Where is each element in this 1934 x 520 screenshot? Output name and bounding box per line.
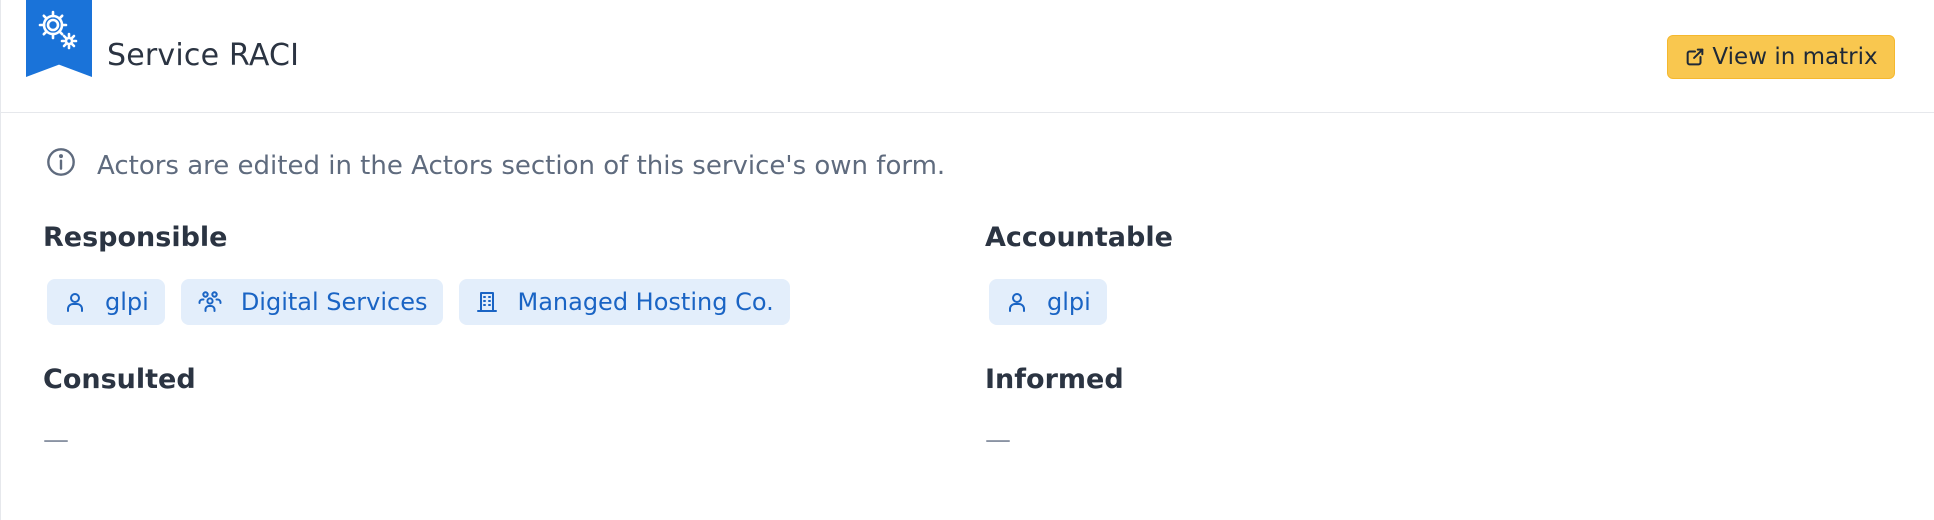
gears-icon <box>36 8 82 54</box>
building-icon <box>475 290 499 314</box>
consulted-empty: — <box>43 425 69 455</box>
view-in-matrix-label: View in matrix <box>1712 44 1878 70</box>
user-icon <box>1005 290 1029 314</box>
responsible-section: Responsible glpi Digital Services Manage… <box>43 222 790 325</box>
accountable-section: Accountable glpi <box>985 222 1173 325</box>
responsible-title: Responsible <box>43 222 228 253</box>
info-note: Actors are edited in the Actors section … <box>45 146 945 185</box>
actor-chip-user[interactable]: glpi <box>47 279 165 325</box>
informed-title: Informed <box>985 364 1124 395</box>
card-header: Service RACI View in matrix <box>1 0 1934 113</box>
actor-chip-label: Managed Hosting Co. <box>517 288 774 316</box>
actor-chip-label: glpi <box>1047 288 1091 316</box>
actor-chip-label: glpi <box>105 288 149 316</box>
accountable-actors: glpi <box>989 279 1173 325</box>
info-text: Actors are edited in the Actors section … <box>97 150 946 181</box>
group-icon <box>197 290 223 314</box>
informed-empty: — <box>985 425 1011 455</box>
actor-chip-label: Digital Services <box>240 288 428 316</box>
responsible-actors: glpi Digital Services Managed Hosting Co… <box>47 279 790 325</box>
external-link-icon <box>1684 46 1706 68</box>
actor-chip-group[interactable]: Digital Services <box>180 279 444 325</box>
card-title: Service RACI <box>107 38 300 73</box>
informed-section: Informed — <box>985 364 1124 455</box>
view-in-matrix-button[interactable]: View in matrix <box>1667 35 1895 79</box>
actor-chip-supplier[interactable]: Managed Hosting Co. <box>459 279 790 325</box>
consulted-title: Consulted <box>43 364 196 395</box>
accountable-title: Accountable <box>985 222 1173 253</box>
raci-card: Service RACI View in matrix Actors are e… <box>0 0 1934 520</box>
actor-chip-user[interactable]: glpi <box>989 279 1107 325</box>
user-icon <box>63 290 87 314</box>
info-icon <box>45 146 77 185</box>
consulted-section: Consulted — <box>43 364 196 455</box>
ribbon <box>26 0 92 77</box>
